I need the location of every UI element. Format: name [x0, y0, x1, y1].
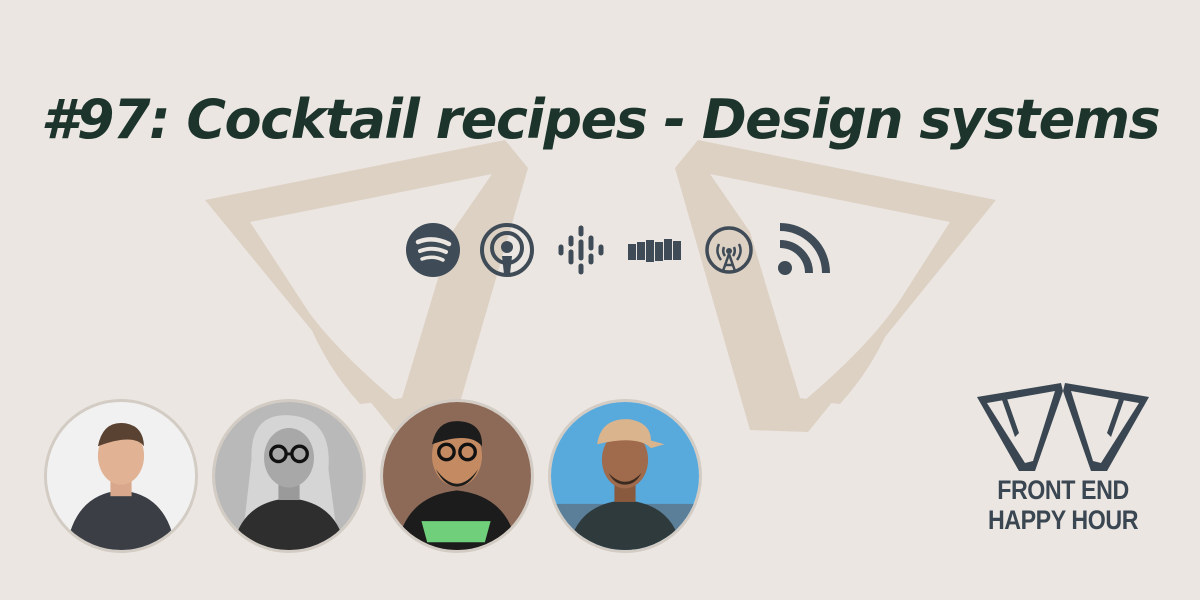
apple-podcasts-icon[interactable]: [479, 222, 535, 278]
rss-icon[interactable]: [775, 222, 831, 278]
host-avatar-2: [212, 399, 366, 553]
host-avatar-1: [44, 399, 198, 553]
stitcher-icon[interactable]: [627, 222, 683, 278]
host-avatar-4: [548, 399, 702, 553]
spotify-icon[interactable]: [405, 222, 461, 278]
overcast-icon[interactable]: [701, 222, 757, 278]
platform-links: [405, 222, 831, 278]
brand-line-1: FRONT END: [997, 475, 1129, 505]
episode-title: #97: Cocktail recipes - Design systems: [40, 88, 1161, 151]
host-avatar-3: [380, 399, 534, 553]
front-end-happy-hour-logo: FRONT END HAPPY HOUR: [968, 375, 1158, 535]
brand-line-2: HAPPY HOUR: [987, 505, 1139, 535]
google-podcasts-icon[interactable]: [553, 222, 609, 278]
glasses-logo-icon: [977, 383, 1149, 471]
